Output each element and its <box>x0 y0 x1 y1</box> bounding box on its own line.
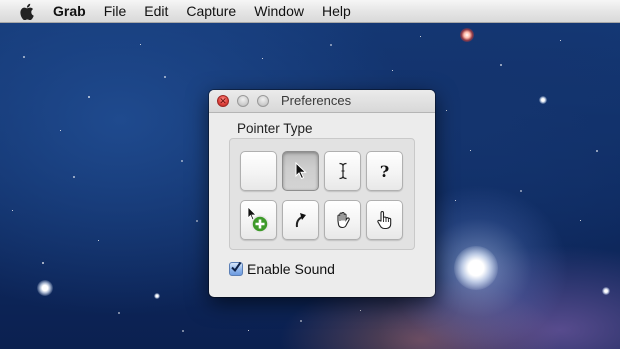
i-beam-pointer-icon <box>338 162 348 180</box>
wallpaper-star <box>460 28 474 42</box>
pointer-type-copy-button[interactable] <box>240 200 277 240</box>
wallpaper-star <box>182 330 184 332</box>
wallpaper-star <box>118 312 120 314</box>
pointing-hand-pointer-icon <box>376 210 394 230</box>
pointer-type-none-button[interactable] <box>240 151 277 191</box>
pointer-type-help-button[interactable]: ? <box>366 151 403 191</box>
menu-capture[interactable]: Capture <box>186 0 236 22</box>
wallpaper-star <box>98 240 99 241</box>
wallpaper-star <box>181 160 183 162</box>
wallpaper-star <box>602 287 610 295</box>
preferences-window: ✕ Preferences Pointer Type ? Enable Soun… <box>209 90 435 297</box>
wallpaper-star <box>580 220 581 221</box>
wallpaper-star <box>88 96 90 98</box>
minimize-button[interactable] <box>237 95 249 107</box>
alias-pointer-icon <box>293 211 309 229</box>
menu-file[interactable]: File <box>104 0 127 22</box>
wallpaper-star <box>596 150 598 152</box>
wallpaper-star <box>262 58 263 59</box>
enable-sound-checkbox[interactable] <box>229 260 243 278</box>
wallpaper-star <box>455 200 456 201</box>
wallpaper-star <box>196 220 198 222</box>
pointer-type-ibeam-button[interactable] <box>324 151 361 191</box>
zoom-button[interactable] <box>257 95 269 107</box>
wallpaper-star <box>73 176 75 178</box>
help-question-pointer-icon: ? <box>379 161 390 181</box>
wallpaper-star <box>500 64 502 66</box>
wallpaper-star <box>520 190 522 192</box>
wallpaper-star <box>420 36 421 37</box>
pointer-type-alias-button[interactable] <box>282 200 319 240</box>
enable-sound-row[interactable]: Enable Sound <box>229 261 335 277</box>
wallpaper-star <box>454 246 498 290</box>
menu-bar: Grab File Edit Capture Window Help <box>0 0 620 23</box>
close-icon: ✕ <box>219 96 227 106</box>
wallpaper-star <box>392 70 393 71</box>
apple-logo-icon[interactable] <box>17 1 35 21</box>
wallpaper-star <box>154 293 160 299</box>
pointer-type-group: ? <box>229 138 415 250</box>
wallpaper-star <box>60 130 61 131</box>
copy-add-pointer-icon <box>247 206 271 234</box>
pointer-type-open-hand-button[interactable] <box>324 200 361 240</box>
wallpaper-star <box>248 330 249 331</box>
enable-sound-label[interactable]: Enable Sound <box>247 261 335 277</box>
wallpaper-star <box>37 280 53 296</box>
wallpaper-star <box>470 150 471 151</box>
checkmark-icon <box>230 260 242 278</box>
wallpaper-star <box>12 210 13 211</box>
desktop-wallpaper: Grab File Edit Capture Window Help ✕ Pre… <box>0 0 620 349</box>
window-title: Preferences <box>281 93 352 108</box>
wallpaper-star <box>560 40 561 41</box>
wallpaper-star <box>330 44 332 46</box>
wallpaper-star <box>42 262 44 264</box>
close-button[interactable]: ✕ <box>217 95 229 107</box>
menu-app-grab[interactable]: Grab <box>53 0 86 22</box>
wallpaper-star <box>360 310 361 311</box>
wallpaper-star <box>446 110 447 111</box>
open-hand-pointer-icon <box>334 211 352 229</box>
menu-window[interactable]: Window <box>254 0 304 22</box>
menu-help[interactable]: Help <box>322 0 351 22</box>
pointer-type-pointing-hand-button[interactable] <box>366 200 403 240</box>
pointer-type-arrow-button[interactable] <box>282 151 319 191</box>
wallpaper-star <box>140 44 141 45</box>
pointer-type-label: Pointer Type <box>237 121 313 136</box>
wallpaper-star <box>539 96 547 104</box>
wallpaper-star <box>23 56 25 58</box>
window-title-bar[interactable]: ✕ Preferences <box>209 90 435 113</box>
arrow-pointer-icon <box>295 162 307 180</box>
menu-edit[interactable]: Edit <box>144 0 168 22</box>
wallpaper-star <box>300 320 302 322</box>
wallpaper-star <box>164 76 166 78</box>
